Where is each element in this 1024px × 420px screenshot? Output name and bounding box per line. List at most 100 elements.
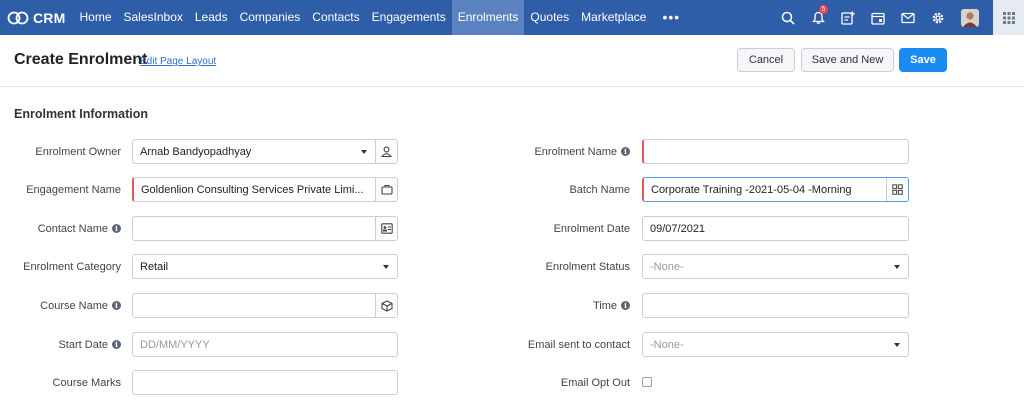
cancel-button[interactable]: Cancel <box>737 48 795 72</box>
engagement-name-label: Engagement Name <box>0 184 121 196</box>
time-input[interactable] <box>642 293 909 318</box>
email-sent-value: -None- <box>650 338 684 351</box>
engagement-name-lookup[interactable]: Goldenlion Consulting Services Private L… <box>132 177 398 202</box>
create-new-button[interactable] <box>835 0 861 35</box>
mail-button[interactable] <box>895 0 921 35</box>
enrolment-name-input[interactable] <box>642 139 909 164</box>
batch-name-lookup[interactable]: Corporate Training -2021-05-04 -Morning <box>642 177 909 202</box>
nav-tab-leads[interactable]: Leads <box>189 0 234 35</box>
top-navigation-bar: CRM Home SalesInbox Leads Companies Cont… <box>0 0 1024 35</box>
search-button[interactable] <box>775 0 801 35</box>
crm-logo[interactable]: CRM <box>0 0 73 35</box>
start-date-placeholder: DD/MM/YYYY <box>140 338 210 351</box>
user-avatar-icon <box>961 8 979 27</box>
enrolment-name-label-text: Enrolment Name <box>534 145 617 158</box>
mail-icon <box>901 12 915 23</box>
enrolment-category-select[interactable]: Retail <box>132 254 398 279</box>
enrolment-category-label: Enrolment Category <box>0 261 121 273</box>
chevron-down-icon <box>894 342 900 347</box>
enrolment-owner-row: Enrolment Owner <box>0 139 121 164</box>
module-grid-icon <box>892 184 903 195</box>
email-sent-label: Email sent to contact <box>500 339 630 351</box>
nav-tab-contacts[interactable]: Contacts <box>306 0 365 35</box>
enrolment-name-row: Enrolment Name i <box>500 139 630 164</box>
nav-tab-marketplace[interactable]: Marketplace <box>575 0 652 35</box>
enrolment-category-label-text: Enrolment Category <box>23 260 121 273</box>
course-marks-label: Course Marks <box>0 377 121 389</box>
course-lookup-button[interactable] <box>375 294 397 317</box>
enrolment-status-label: Enrolment Status <box>500 261 630 273</box>
batch-name-value: Corporate Training -2021-05-04 -Morning <box>651 183 852 196</box>
enrolment-name-label: Enrolment Name i <box>500 146 630 158</box>
course-name-label-text: Course Name <box>40 299 108 312</box>
time-label-text: Time <box>592 299 617 312</box>
save-and-new-button[interactable]: Save and New <box>801 48 894 72</box>
enrolment-owner-select[interactable]: Arnab Bandyopadhyay <box>132 139 398 164</box>
enrolment-status-value: -None- <box>650 260 684 273</box>
crm-logo-icon <box>7 11 29 24</box>
nav-tab-companies[interactable]: Companies <box>234 0 307 35</box>
nav-tab-engagements[interactable]: Engagements <box>366 0 452 35</box>
calendar-button[interactable] <box>865 0 891 35</box>
course-name-row: Course Name i <box>0 293 121 318</box>
engagement-lookup-button[interactable] <box>375 178 397 201</box>
start-date-label-text: Start Date <box>58 338 108 351</box>
enrolment-owner-value: Arnab Bandyopadhyay <box>140 145 252 158</box>
email-opt-out-checkbox[interactable] <box>642 377 652 387</box>
save-button[interactable]: Save <box>899 48 947 72</box>
batch-lookup-button[interactable] <box>886 178 908 201</box>
settings-button[interactable] <box>925 0 951 35</box>
contact-card-icon <box>380 223 393 234</box>
enrolment-date-value: 09/07/2021 <box>650 222 706 235</box>
enrolment-owner-label: Enrolment Owner <box>0 146 121 158</box>
info-icon[interactable]: i <box>112 301 121 310</box>
email-sent-row: Email sent to contact <box>500 332 630 357</box>
engagement-name-value: Goldenlion Consulting Services Private L… <box>141 183 364 196</box>
header-divider <box>0 86 1024 87</box>
enrolment-status-select[interactable]: -None- <box>642 254 909 279</box>
course-name-lookup[interactable] <box>132 293 398 318</box>
apps-launcher[interactable] <box>993 0 1024 35</box>
enrolment-date-label-text: Enrolment Date <box>553 222 630 235</box>
enrolment-date-row: Enrolment Date <box>500 216 630 241</box>
gear-icon <box>932 12 944 23</box>
start-date-input[interactable]: DD/MM/YYYY <box>132 332 398 357</box>
user-avatar[interactable] <box>961 8 979 27</box>
batch-name-label: Batch Name <box>500 184 630 196</box>
batch-name-label-text: Batch Name <box>569 183 630 196</box>
user-icon <box>381 146 392 157</box>
notifications-button[interactable]: 5 <box>805 0 831 35</box>
course-name-label: Course Name i <box>0 300 121 312</box>
enrolment-date-label: Enrolment Date <box>500 223 630 235</box>
nav-more-menu[interactable]: ••• <box>652 0 690 35</box>
user-lookup-button[interactable] <box>375 140 397 163</box>
info-icon[interactable]: i <box>112 224 121 233</box>
contact-name-lookup[interactable] <box>132 216 398 241</box>
cube-icon <box>380 299 393 312</box>
create-record-icon <box>841 11 855 25</box>
info-icon[interactable]: i <box>621 301 630 310</box>
info-icon[interactable]: i <box>112 340 121 349</box>
nav-tab-salesinbox[interactable]: SalesInbox <box>118 0 189 35</box>
contact-name-label-text: Contact Name <box>37 222 108 235</box>
brand-name: CRM <box>33 9 66 26</box>
nav-tab-home[interactable]: Home <box>73 0 117 35</box>
start-date-label: Start Date i <box>0 339 121 351</box>
info-icon[interactable]: i <box>621 147 630 156</box>
nav-tab-quotes[interactable]: Quotes <box>524 0 575 35</box>
enrolment-date-input[interactable]: 09/07/2021 <box>642 216 909 241</box>
course-marks-row: Course Marks <box>0 370 121 395</box>
email-opt-out-label: Email Opt Out <box>500 377 630 389</box>
course-marks-input[interactable] <box>132 370 398 395</box>
email-sent-select[interactable]: -None- <box>642 332 909 357</box>
edit-page-layout-link[interactable]: Edit Page Layout <box>140 56 216 67</box>
engagement-name-label-text: Engagement Name <box>26 183 121 196</box>
apps-grid-icon <box>1002 11 1015 24</box>
enrolment-status-label-text: Enrolment Status <box>545 260 630 273</box>
page-title: Create Enrolment <box>14 51 148 68</box>
section-title: Enrolment Information <box>14 107 149 121</box>
batch-name-row: Batch Name <box>500 177 630 202</box>
search-icon <box>781 11 795 25</box>
contact-lookup-button[interactable] <box>375 217 397 240</box>
nav-tab-enrolments[interactable]: Enrolments <box>451 0 525 35</box>
